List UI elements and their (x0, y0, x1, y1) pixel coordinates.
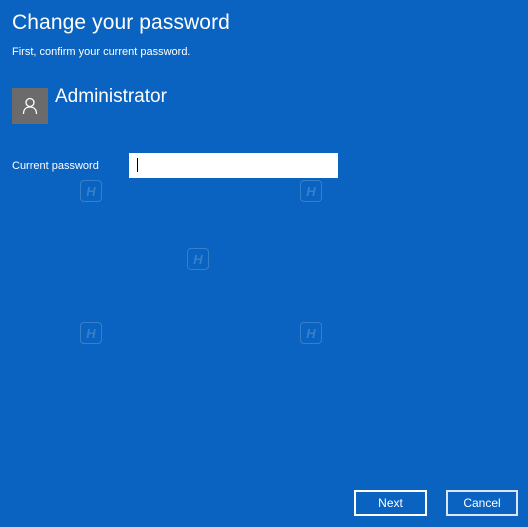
watermark-h-icon: H (300, 180, 322, 202)
watermark-h-icon: H (187, 248, 209, 270)
change-password-window: { "dialog": { "title": "Change your pass… (0, 0, 528, 527)
page-subtitle: First, confirm your current password. (12, 46, 191, 58)
user-silhouette-icon (22, 97, 38, 115)
watermark-logo: H (300, 180, 326, 202)
page-title: Change your password (12, 11, 230, 34)
watermark-h-icon: H (80, 180, 102, 202)
watermark-logo: H (80, 322, 106, 344)
avatar (12, 88, 48, 124)
watermark-logo: H (300, 322, 326, 344)
watermark-h-icon: H (80, 322, 102, 344)
watermark-logo: H (187, 248, 213, 270)
cancel-button[interactable]: Cancel (446, 490, 518, 516)
watermark-logo: H (80, 180, 106, 202)
current-password-input[interactable] (129, 153, 338, 178)
watermark-h-icon: H (300, 322, 322, 344)
account-name: Administrator (55, 86, 167, 107)
user-account-row: Administrator (12, 86, 312, 126)
next-button[interactable]: Next (354, 490, 427, 516)
text-caret (137, 158, 138, 172)
current-password-label: Current password (12, 160, 99, 172)
